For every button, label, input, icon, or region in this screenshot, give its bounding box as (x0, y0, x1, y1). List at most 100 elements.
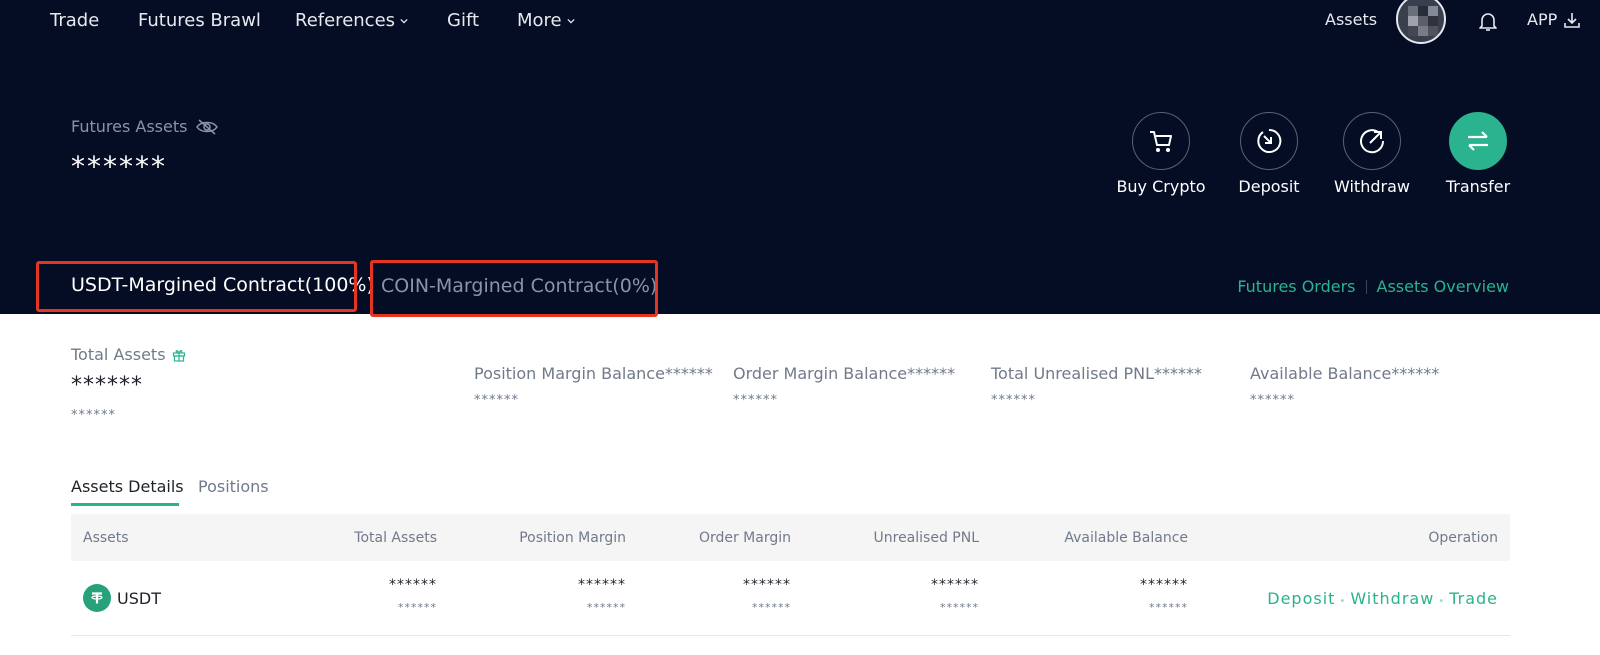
cell-order-margin: ****** ****** (743, 577, 791, 614)
avatar-pixel (1428, 26, 1438, 36)
nav-trade[interactable]: Trade (50, 10, 99, 31)
app-download[interactable]: APP (1527, 10, 1581, 29)
operation-cell: Deposit • Withdraw • Trade (1267, 589, 1498, 608)
bell-icon[interactable] (1477, 10, 1499, 32)
gift-icon[interactable] (172, 348, 186, 362)
futures-assets-label: Futures Assets (71, 117, 219, 136)
avatar-pixel (1428, 16, 1438, 26)
col-operation: Operation (1428, 530, 1498, 546)
withdraw-label: Withdraw (1334, 177, 1410, 196)
avatar-pixel (1418, 16, 1428, 26)
metric-available-balance: Available Balance****** ****** (1250, 364, 1439, 408)
row-deposit-link[interactable]: Deposit (1267, 589, 1335, 608)
deposit-icon (1257, 128, 1282, 153)
tab-usdt-margined[interactable]: USDT-Margined Contract(100%) (71, 274, 374, 296)
table-header: Assets Total Assets Position Margin Orde… (71, 514, 1510, 561)
ops-separator: • (1438, 596, 1446, 607)
avatar-pixel (1408, 16, 1418, 26)
ops-separator: • (1339, 596, 1347, 607)
nav-more-label: More (517, 10, 562, 31)
active-tab-indicator (71, 503, 179, 506)
tab-positions[interactable]: Positions (198, 477, 269, 496)
cell-sub-value: ****** (398, 601, 437, 614)
assets-overview-link[interactable]: Assets Overview (1377, 277, 1509, 296)
cell-sub-value: ****** (587, 601, 626, 614)
cell-sub-value: ****** (1149, 601, 1188, 614)
tab-assets-details[interactable]: Assets Details (71, 477, 184, 496)
metric-label: Order Margin Balance****** (733, 364, 956, 383)
transfer-circle (1449, 112, 1507, 170)
col-assets: Assets (83, 530, 129, 546)
cell-value: ****** (389, 577, 437, 593)
chevron-down-icon (567, 18, 575, 23)
row-trade-link[interactable]: Trade (1449, 589, 1498, 608)
top-nav: Trade Futures Brawl References Gift More… (0, 0, 1600, 46)
total-assets-text: Total Assets (71, 345, 166, 364)
avatar-pixel (1428, 6, 1438, 16)
avatar-pixel (1408, 26, 1418, 36)
cell-value: ****** (931, 577, 979, 593)
nav-futures-brawl-label: Futures Brawl (138, 10, 261, 31)
metric-label: Total Unrealised PNL****** (991, 364, 1203, 383)
cart-icon (1150, 131, 1172, 152)
coin-cell: USDT (83, 584, 161, 612)
withdraw-icon (1360, 129, 1385, 154)
header-panel: Trade Futures Brawl References Gift More… (0, 0, 1600, 317)
cell-total-assets: ****** ****** (389, 577, 437, 614)
metric-position-margin: Position Margin Balance****** ****** (474, 364, 713, 408)
col-order-margin: Order Margin (698, 530, 791, 546)
eye-off-icon[interactable] (195, 118, 219, 136)
cell-available-balance: ****** ****** (1140, 577, 1188, 614)
metric-sub: ****** (1250, 393, 1295, 408)
total-assets-value: ****** (71, 373, 143, 398)
cell-position-margin: ****** ****** (578, 577, 626, 614)
nav-references[interactable]: References (295, 10, 408, 31)
metric-order-margin: Order Margin Balance****** ****** (733, 364, 955, 408)
futures-orders-link[interactable]: Futures Orders (1237, 277, 1355, 296)
deposit-circle (1240, 112, 1298, 170)
row-withdraw-link[interactable]: Withdraw (1350, 589, 1434, 608)
buy-crypto-label: Buy Crypto (1116, 177, 1206, 196)
table-row: USDT ****** ****** ****** ****** ****** … (71, 561, 1510, 636)
avatar-pixel (1418, 26, 1428, 36)
nav-more[interactable]: More (517, 10, 575, 31)
deposit-button[interactable]: Deposit (1219, 112, 1319, 196)
deposit-label: Deposit (1238, 177, 1300, 196)
futures-assets-value: ****** (71, 150, 167, 183)
total-assets-label: Total Assets (71, 345, 186, 364)
col-position-margin: Position Margin (519, 530, 626, 546)
nav-references-label: References (295, 10, 396, 31)
cell-unrealised-pnl: ****** ****** (931, 577, 979, 614)
tether-icon (83, 584, 111, 612)
tab-coin-margined[interactable]: COIN-Margined Contract(0%) (381, 275, 657, 297)
nav-gift[interactable]: Gift (447, 10, 479, 31)
metric-sub: ****** (733, 393, 778, 408)
transfer-button[interactable]: Transfer (1428, 112, 1528, 196)
metric-sub: ****** (474, 393, 519, 408)
avatar-pixel (1418, 6, 1428, 16)
withdraw-circle (1343, 112, 1401, 170)
transfer-label: Transfer (1445, 177, 1511, 196)
metric-label: Available Balance****** (1250, 364, 1440, 383)
link-divider (1365, 279, 1367, 294)
nav-assets[interactable]: Assets (1325, 10, 1377, 29)
cell-value: ****** (743, 577, 791, 593)
withdraw-button[interactable]: Withdraw (1322, 112, 1422, 196)
transfer-icon (1468, 131, 1488, 151)
nav-futures-brawl[interactable]: Futures Brawl (138, 10, 261, 31)
cell-value: ****** (1140, 577, 1188, 593)
metric-sub: ****** (991, 393, 1036, 408)
cell-sub-value: ****** (752, 601, 791, 614)
nav-trade-label: Trade (50, 10, 100, 31)
avatar[interactable] (1396, 0, 1446, 44)
metric-label: Position Margin Balance****** (474, 364, 713, 383)
nav-gift-label: Gift (447, 10, 480, 31)
header-links: Futures Orders Assets Overview (1237, 277, 1509, 296)
coin-name: USDT (117, 588, 161, 608)
cell-value: ****** (578, 577, 626, 593)
app-label: APP (1527, 10, 1558, 29)
chevron-down-icon (400, 18, 408, 23)
metric-unrealised-pnl: Total Unrealised PNL****** ****** (991, 364, 1202, 408)
buy-crypto-button[interactable]: Buy Crypto (1111, 112, 1211, 196)
avatar-pixel (1408, 6, 1418, 16)
